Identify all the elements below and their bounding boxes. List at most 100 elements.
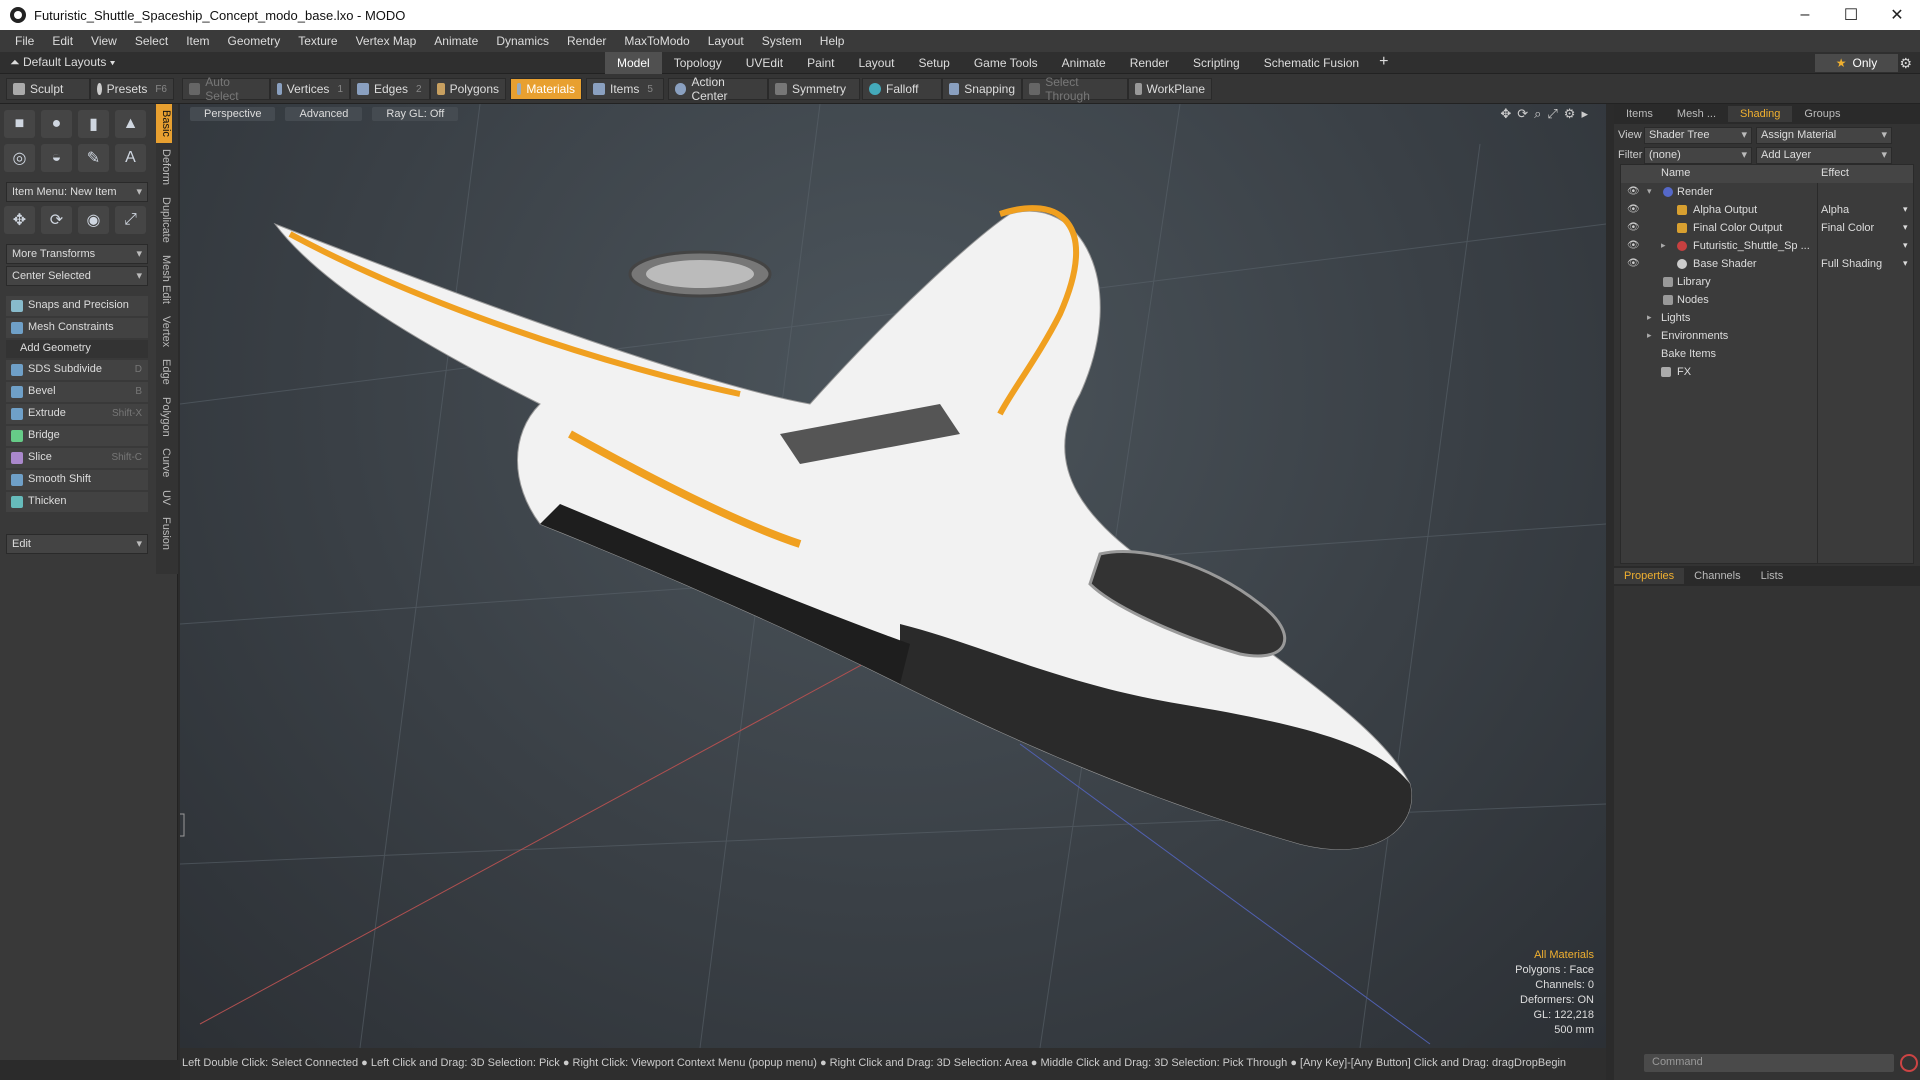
items-button[interactable]: Items 5 xyxy=(586,78,664,100)
tree-row-nodes[interactable]: Nodes xyxy=(1621,291,1913,309)
tab-items[interactable]: Items xyxy=(1614,106,1665,122)
cone-icon[interactable]: ▲ xyxy=(115,110,146,138)
mesh-constraints-button[interactable]: Mesh Constraints xyxy=(6,318,148,338)
tool-bridge[interactable]: Bridge xyxy=(6,426,148,446)
tool-thicken[interactable]: Thicken xyxy=(6,492,148,512)
menu-help[interactable]: Help xyxy=(811,34,854,48)
vtab-deform[interactable]: Deform xyxy=(156,143,172,191)
tree-row-render[interactable]: 👁 ▾ Render xyxy=(1621,183,1913,201)
move-icon[interactable]: ✥ xyxy=(4,206,35,234)
tab-uvedit[interactable]: UVEdit xyxy=(734,52,795,74)
vtab-fusion[interactable]: Fusion xyxy=(156,511,172,556)
menu-geometry[interactable]: Geometry xyxy=(219,34,290,48)
command-input[interactable]: Command xyxy=(1644,1054,1894,1072)
edit-dropdown[interactable]: Edit xyxy=(6,534,148,554)
tab-shading[interactable]: Shading xyxy=(1728,106,1793,122)
menu-edit[interactable]: Edit xyxy=(43,34,82,48)
snapping-button[interactable]: Snapping xyxy=(942,78,1022,100)
item-menu-dropdown[interactable]: Item Menu: New Item xyxy=(6,182,148,202)
menu-view[interactable]: View xyxy=(82,34,126,48)
view-dropdown[interactable]: Shader Tree xyxy=(1644,127,1752,144)
expand-arrow-icon[interactable]: ▸ xyxy=(1647,330,1652,341)
edges-button[interactable]: Edges 2 xyxy=(350,78,430,100)
transform-icon[interactable]: ◉ xyxy=(78,206,109,234)
vtab-curve[interactable]: Curve xyxy=(156,442,172,483)
text-icon[interactable]: A xyxy=(115,144,146,172)
tree-row-base-shader[interactable]: 👁 Base Shader Full Shading ▾ xyxy=(1621,255,1913,273)
eye-icon[interactable]: 👁 xyxy=(1627,204,1640,215)
column-name[interactable]: Name xyxy=(1661,167,1690,179)
gear-icon[interactable]: ⚙ xyxy=(1899,55,1912,72)
tree-row-material-group[interactable]: 👁 ▸ Futuristic_Shuttle_Sp ... ▾ xyxy=(1621,237,1913,255)
tab-animate[interactable]: Animate xyxy=(1050,52,1118,74)
vtab-edge[interactable]: Edge xyxy=(156,353,172,391)
raygl-button[interactable]: Ray GL: Off xyxy=(372,107,459,121)
tree-row-library[interactable]: Library xyxy=(1621,273,1913,291)
tab-render[interactable]: Render xyxy=(1118,52,1181,74)
tool-bevel[interactable]: Bevel B xyxy=(6,382,148,402)
presets-button[interactable]: Presets F6 xyxy=(90,78,174,100)
tab-lists[interactable]: Lists xyxy=(1751,568,1794,584)
falloff-button[interactable]: Falloff xyxy=(862,78,942,100)
expand-arrow-icon[interactable]: ▸ xyxy=(1647,312,1652,323)
filter-dropdown[interactable]: (none) xyxy=(1644,147,1752,164)
polygons-button[interactable]: Polygons xyxy=(430,78,506,100)
advanced-button[interactable]: Advanced xyxy=(285,107,363,121)
tree-row-environments[interactable]: ▸ Environments xyxy=(1621,327,1913,345)
select-through-button[interactable]: Select Through xyxy=(1022,75,1128,103)
tree-row-final-color-output[interactable]: 👁 Final Color Output Final Color ▾ xyxy=(1621,219,1913,237)
add-geometry-header[interactable]: Add Geometry xyxy=(6,340,148,358)
auto-select-button[interactable]: Auto Select xyxy=(182,75,270,103)
menu-vertex-map[interactable]: Vertex Map xyxy=(347,34,426,48)
expand-arrow-icon[interactable]: ▸ xyxy=(1661,240,1666,251)
tab-setup[interactable]: Setup xyxy=(906,52,961,74)
tab-schematic-fusion[interactable]: Schematic Fusion xyxy=(1252,52,1371,74)
vertices-button[interactable]: Vertices 1 xyxy=(270,78,350,100)
tree-effect[interactable]: Final Color xyxy=(1821,222,1874,234)
close-button[interactable]: ✕ xyxy=(1874,0,1920,30)
effect-dropdown-icon[interactable]: ▾ xyxy=(1903,258,1908,269)
perspective-button[interactable]: Perspective xyxy=(190,107,276,121)
menu-maxtomodo[interactable]: MaxToModo xyxy=(615,34,698,48)
tab-groups[interactable]: Groups xyxy=(1792,106,1852,122)
tree-effect[interactable]: Full Shading xyxy=(1821,258,1882,270)
default-layouts-dropdown[interactable]: ⏶ Default Layouts ▾ xyxy=(10,55,116,70)
capsule-icon[interactable]: ◒ xyxy=(41,144,72,172)
menu-render[interactable]: Render xyxy=(558,34,615,48)
menu-texture[interactable]: Texture xyxy=(289,34,346,48)
tool-sds-subdivide[interactable]: SDS Subdivide D xyxy=(6,360,148,380)
assign-material-dropdown[interactable]: Assign Material xyxy=(1756,127,1892,144)
menu-system[interactable]: System xyxy=(753,34,811,48)
expand-arrow-icon[interactable]: ▾ xyxy=(1647,186,1652,197)
minimize-button[interactable]: – xyxy=(1782,0,1828,30)
materials-button[interactable]: Materials xyxy=(510,78,582,100)
menu-animate[interactable]: Animate xyxy=(425,34,487,48)
vtab-duplicate[interactable]: Duplicate xyxy=(156,191,172,249)
tab-layout[interactable]: Layout xyxy=(846,52,906,74)
3d-viewport[interactable]: Perspective Advanced Ray GL: Off ✥⟳⌕⤢⚙▸ … xyxy=(180,104,1606,1048)
menu-select[interactable]: Select xyxy=(126,34,177,48)
tree-row-lights[interactable]: ▸ Lights xyxy=(1621,309,1913,327)
only-toggle[interactable]: ★ Only xyxy=(1815,54,1898,72)
tab-topology[interactable]: Topology xyxy=(662,52,734,74)
tab-model[interactable]: Model xyxy=(605,52,662,74)
tool-slice[interactable]: Slice Shift-C xyxy=(6,448,148,468)
eye-icon[interactable]: 👁 xyxy=(1627,222,1640,233)
column-effect[interactable]: Effect xyxy=(1821,167,1849,179)
pen-icon[interactable]: ✎ xyxy=(78,144,109,172)
menu-item[interactable]: Item xyxy=(177,34,218,48)
effect-dropdown-icon[interactable]: ▾ xyxy=(1903,240,1908,251)
scale-icon[interactable]: ⤢ xyxy=(115,206,146,234)
cube-icon[interactable]: ■ xyxy=(4,110,35,138)
tree-row-alpha-output[interactable]: 👁 Alpha Output Alpha ▾ xyxy=(1621,201,1913,219)
menu-file[interactable]: File xyxy=(6,34,43,48)
tool-extrude[interactable]: Extrude Shift-X xyxy=(6,404,148,424)
action-center-button[interactable]: Action Center xyxy=(668,75,768,103)
tree-row-bake-items[interactable]: Bake Items xyxy=(1621,345,1913,363)
effect-dropdown-icon[interactable]: ▾ xyxy=(1903,204,1908,215)
tab-channels[interactable]: Channels xyxy=(1684,568,1750,584)
tab-game-tools[interactable]: Game Tools xyxy=(962,52,1050,74)
vtab-basic[interactable]: Basic xyxy=(156,104,172,143)
cylinder-icon[interactable]: ▮ xyxy=(78,110,109,138)
tab-properties[interactable]: Properties xyxy=(1614,568,1685,584)
